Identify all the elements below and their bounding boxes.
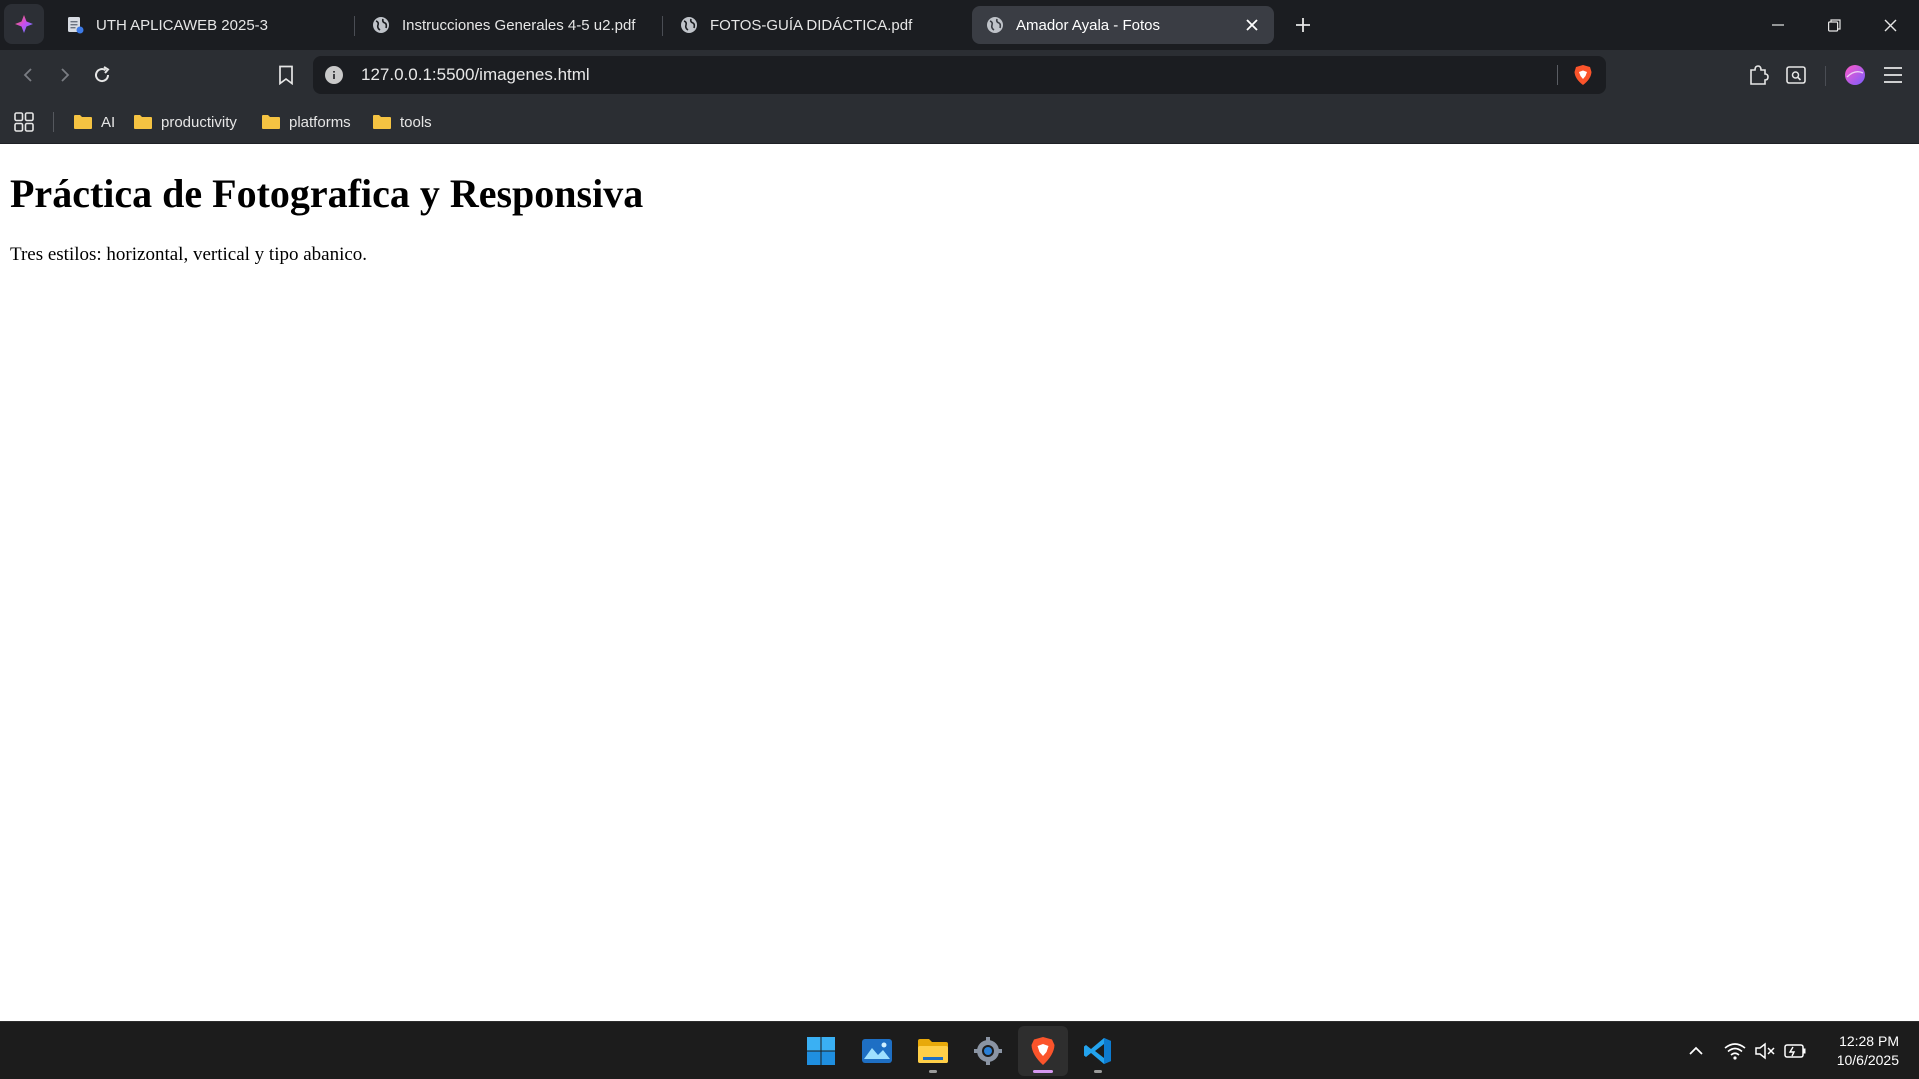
brave-browser-icon xyxy=(1031,1037,1055,1065)
taskbar-brave-browser[interactable] xyxy=(1018,1026,1068,1076)
tab-fotos-guia[interactable]: FOTOS-GUÍA DIDÁCTICA.pdf xyxy=(670,6,964,44)
puzzle-icon xyxy=(1750,65,1769,85)
bookmark-folder-productivity[interactable]: productivity xyxy=(133,111,237,133)
tab-divider xyxy=(662,16,663,36)
arrow-right-icon xyxy=(61,68,70,82)
folder-icon xyxy=(134,115,152,129)
brave-shields-icon[interactable] xyxy=(1572,64,1594,86)
globe-icon xyxy=(373,17,389,33)
wifi-icon xyxy=(1724,1043,1746,1060)
tab-instrucciones[interactable]: Instrucciones Generales 4-5 u2.pdf xyxy=(362,6,656,44)
forward-button[interactable] xyxy=(49,59,81,91)
running-indicator xyxy=(1094,1070,1102,1073)
sparkle-icon xyxy=(15,15,33,33)
bookmarks-divider xyxy=(53,112,54,132)
reload-button[interactable] xyxy=(86,59,118,91)
bookmark-label: platforms xyxy=(289,113,351,131)
volume-muted-icon xyxy=(1755,1042,1775,1060)
page-description: Tres estilos: horizontal, vertical y tip… xyxy=(10,244,368,265)
taskbar-vscode[interactable] xyxy=(1073,1026,1123,1076)
photos-icon xyxy=(862,1039,892,1063)
profile-button[interactable] xyxy=(1841,61,1869,89)
volume-button[interactable] xyxy=(1753,1039,1777,1063)
bookmark-icon xyxy=(279,65,293,85)
main-menu-button[interactable] xyxy=(1879,61,1907,89)
bookmark-folder-tools[interactable]: tools xyxy=(372,111,432,133)
site-info-icon[interactable] xyxy=(325,66,343,84)
avatar xyxy=(1845,65,1865,85)
tab-amador-ayala-fotos[interactable]: Amador Ayala - Fotos xyxy=(972,6,1274,44)
globe-icon xyxy=(987,17,1003,33)
restore-button[interactable] xyxy=(1806,0,1862,50)
address-divider xyxy=(1557,65,1558,85)
bookmark-folder-platforms[interactable]: platforms xyxy=(261,111,351,133)
bookmark-button[interactable] xyxy=(270,59,302,91)
bookmark-label: AI xyxy=(101,113,116,131)
close-window-button[interactable] xyxy=(1862,0,1918,50)
bookmark-folder-ai[interactable]: AI xyxy=(73,111,115,133)
tab-label: Instrucciones Generales 4-5 u2.pdf xyxy=(402,16,636,34)
restore-icon xyxy=(1827,18,1841,32)
battery-icon xyxy=(1784,1044,1806,1058)
battery-button[interactable] xyxy=(1783,1039,1807,1063)
taskbar-photos[interactable] xyxy=(852,1026,902,1076)
leo-ai-button[interactable] xyxy=(4,4,44,44)
tab-label: Amador Ayala - Fotos xyxy=(1016,16,1160,34)
taskbar-file-explorer[interactable] xyxy=(908,1026,958,1076)
plus-icon xyxy=(1296,18,1310,32)
windows-start-icon xyxy=(807,1037,835,1065)
browser-toolbar: 127.0.0.1:5500/imagenes.html xyxy=(0,50,1919,100)
windows-taskbar: 12:28 PM 10/6/2025 xyxy=(0,1021,1919,1079)
document-icon xyxy=(68,17,84,34)
minimize-icon xyxy=(1772,24,1784,26)
reload-icon xyxy=(95,66,110,83)
tab-label: FOTOS-GUÍA DIDÁCTICA.pdf xyxy=(710,16,913,34)
hamburger-menu-icon xyxy=(1884,67,1902,83)
running-indicator xyxy=(929,1070,937,1073)
clock-time: 12:28 PM xyxy=(1839,1033,1899,1049)
network-button[interactable] xyxy=(1723,1039,1747,1063)
taskbar-settings[interactable] xyxy=(963,1026,1013,1076)
address-bar[interactable]: 127.0.0.1:5500/imagenes.html xyxy=(313,56,1606,94)
reader-search-icon xyxy=(1786,66,1806,84)
folder-icon xyxy=(262,115,280,129)
close-icon xyxy=(1246,19,1258,31)
extensions-button[interactable] xyxy=(1744,61,1772,89)
new-tab-button[interactable] xyxy=(1290,12,1316,38)
settings-icon xyxy=(974,1037,1002,1065)
chevron-up-icon xyxy=(1689,1046,1703,1055)
page-title: Práctica de Fotografica y Responsiva xyxy=(10,171,644,216)
globe-icon xyxy=(681,17,697,33)
tab-close-button[interactable] xyxy=(1242,15,1262,35)
reader-mode-button[interactable] xyxy=(1782,61,1810,89)
tab-uth-aplicaweb[interactable]: UTH APLICAWEB 2025-3 xyxy=(56,6,348,44)
bookmark-label: tools xyxy=(400,113,432,131)
bookmark-label: productivity xyxy=(161,113,237,131)
web-page-content: Práctica de Fotografica y Responsiva Tre… xyxy=(0,144,1919,1021)
minimize-button[interactable] xyxy=(1750,0,1806,50)
vscode-icon xyxy=(1084,1038,1111,1064)
bookmarks-bar: AI productivity platforms tools xyxy=(0,100,1919,144)
close-icon xyxy=(1884,19,1896,31)
folder-icon xyxy=(74,115,92,129)
start-button[interactable] xyxy=(796,1026,846,1076)
url-text[interactable]: 127.0.0.1:5500/imagenes.html xyxy=(361,65,590,85)
tab-label: UTH APLICAWEB 2025-3 xyxy=(96,16,269,34)
apps-button[interactable] xyxy=(10,108,38,136)
folder-icon xyxy=(373,115,391,129)
toolbar-divider xyxy=(1825,66,1826,86)
back-button[interactable] xyxy=(12,59,44,91)
show-hidden-icons-button[interactable] xyxy=(1684,1039,1708,1063)
browser-tab-bar: UTH APLICAWEB 2025-3 Instrucciones Gener… xyxy=(0,0,1919,50)
tab-divider xyxy=(354,16,355,36)
clock-date: 10/6/2025 xyxy=(1836,1052,1899,1068)
arrow-left-icon xyxy=(23,68,32,82)
active-indicator xyxy=(1033,1070,1053,1073)
grid-icon xyxy=(14,112,34,132)
system-clock[interactable]: 12:28 PM 10/6/2025 xyxy=(1837,1032,1899,1070)
file-explorer-icon xyxy=(918,1039,948,1063)
